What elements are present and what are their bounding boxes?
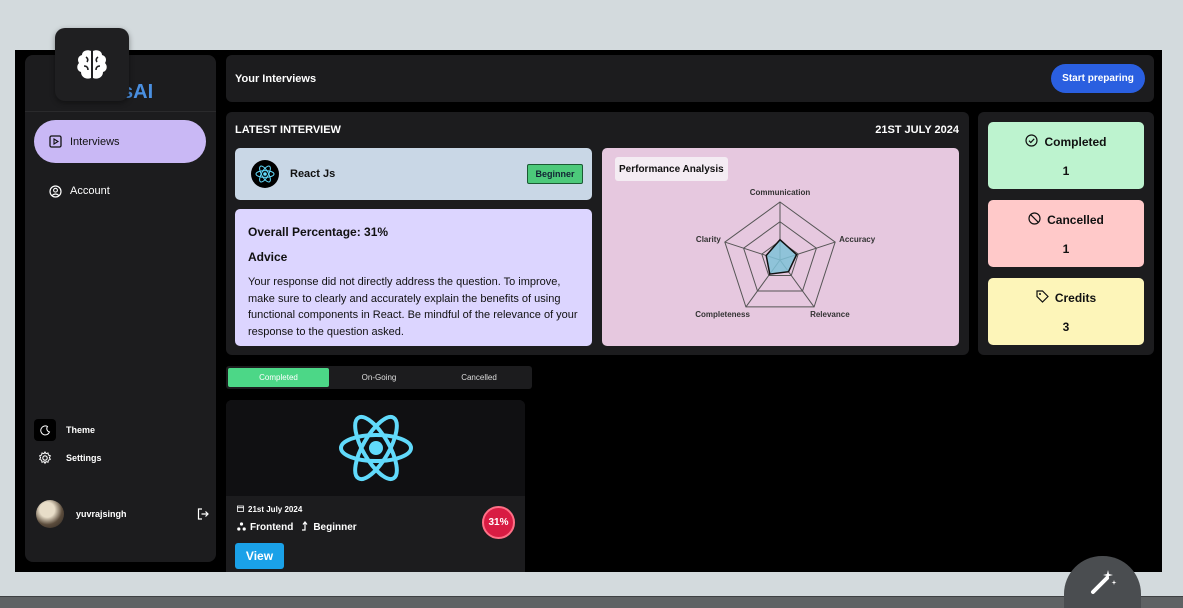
username: yuvrajsingh bbox=[76, 509, 127, 519]
tag-icon bbox=[1036, 290, 1049, 306]
interview-tabs: Completed On-Going Cancelled bbox=[226, 366, 532, 389]
latest-interview-date: 21ST JULY 2024 bbox=[875, 124, 959, 136]
check-circle-icon bbox=[1025, 134, 1039, 150]
cancelled-value: 1 bbox=[1062, 242, 1070, 256]
completed-label: Completed bbox=[1044, 135, 1107, 149]
brain-logo[interactable] bbox=[55, 28, 129, 101]
play-square-icon bbox=[49, 135, 62, 148]
advice-text: Your response did not directly address t… bbox=[248, 276, 578, 338]
view-button[interactable]: View bbox=[235, 543, 284, 569]
topic-name: React Js bbox=[290, 168, 336, 180]
sidebar-item-account[interactable]: Account bbox=[49, 183, 110, 199]
page-title: Your Interviews bbox=[235, 73, 317, 85]
radar-axis-label: Accuracy bbox=[839, 235, 876, 244]
radar-series-area bbox=[765, 238, 798, 275]
react-logo bbox=[226, 400, 525, 496]
interview-date-text: 21st July 2024 bbox=[248, 505, 303, 514]
sidebar-item-interviews[interactable]: Interviews bbox=[34, 120, 206, 163]
trend-up-icon bbox=[301, 521, 309, 534]
overall-percentage: Overall Percentage: 31% bbox=[248, 225, 389, 239]
completed-value: 1 bbox=[1062, 164, 1070, 178]
latest-interview-panel: LATEST INTERVIEW 21ST JULY 2024 React Js… bbox=[226, 112, 969, 355]
sidebar-item-label: Interviews bbox=[70, 135, 120, 148]
radar-axis-label: Relevance bbox=[810, 310, 850, 319]
interview-date: 21st July 2024 bbox=[237, 505, 302, 514]
calendar-icon bbox=[237, 505, 244, 514]
credits-value: 3 bbox=[1062, 320, 1070, 334]
brain-icon bbox=[77, 49, 107, 79]
theme-label: Theme bbox=[66, 425, 96, 435]
interview-meta: Frontend Beginner bbox=[237, 521, 357, 534]
score-badge: 31% bbox=[482, 506, 515, 539]
topic-card: React Js Beginner bbox=[235, 148, 592, 200]
settings-link[interactable]: Settings bbox=[34, 451, 102, 465]
radar-axis-label: Clarity bbox=[696, 235, 721, 244]
react-icon bbox=[251, 160, 279, 188]
interview-category: Frontend bbox=[250, 522, 294, 533]
cancelled-stat-card: Cancelled 1 bbox=[988, 200, 1144, 267]
radar-axis-label: Communication bbox=[750, 188, 811, 197]
advice-heading: Advice bbox=[248, 250, 288, 264]
interview-card: 21st July 2024 Frontend Beginner 31% Vie… bbox=[226, 400, 525, 572]
stats-panel: Completed 1 Cancelled 1 Credits 3 bbox=[978, 112, 1154, 355]
radar-axis-label: Completeness bbox=[695, 310, 750, 319]
tab-ongoing[interactable]: On-Going bbox=[329, 368, 429, 387]
performance-card: Performance Analysis Communication Accura… bbox=[602, 148, 959, 346]
credits-stat-card: Credits 3 bbox=[988, 278, 1144, 345]
cancelled-label: Cancelled bbox=[1047, 213, 1104, 227]
latest-interview-title: LATEST INTERVIEW bbox=[235, 124, 341, 136]
start-preparing-button[interactable]: Start preparing bbox=[1051, 64, 1145, 93]
user-profile: yuvrajsingh bbox=[36, 499, 211, 529]
settings-label: Settings bbox=[66, 453, 102, 463]
theme-toggle[interactable]: Theme bbox=[34, 419, 95, 441]
ban-icon bbox=[1028, 212, 1041, 228]
sidebar-item-label: Account bbox=[70, 185, 110, 197]
credits-label: Credits bbox=[1054, 291, 1097, 305]
divider bbox=[25, 111, 216, 112]
advice-card: Overall Percentage: 31% Advice Your resp… bbox=[235, 209, 592, 346]
tab-cancelled[interactable]: Cancelled bbox=[429, 368, 529, 387]
taskbar bbox=[0, 596, 1183, 608]
completed-stat-card: Completed 1 bbox=[988, 122, 1144, 189]
level-badge: Beginner bbox=[527, 164, 583, 184]
logout-icon[interactable] bbox=[195, 507, 211, 521]
interview-level: Beginner bbox=[313, 522, 357, 533]
user-circle-icon bbox=[49, 184, 62, 198]
gear-icon bbox=[34, 451, 56, 465]
app-window: sAI Interviews Account Theme Settings yu… bbox=[15, 50, 1162, 572]
magic-wand-icon bbox=[1090, 570, 1116, 594]
tab-completed[interactable]: Completed bbox=[228, 368, 329, 387]
sidebar: sAI Interviews Account Theme Settings yu… bbox=[25, 55, 216, 562]
page-header: Your Interviews Start preparing bbox=[226, 55, 1154, 102]
radar-chart: Communication Accuracy Relevance Completene… bbox=[695, 188, 876, 319]
react-icon bbox=[338, 415, 413, 481]
avatar[interactable] bbox=[36, 500, 64, 528]
sitemap-icon bbox=[237, 521, 246, 534]
moon-icon[interactable] bbox=[34, 419, 56, 441]
